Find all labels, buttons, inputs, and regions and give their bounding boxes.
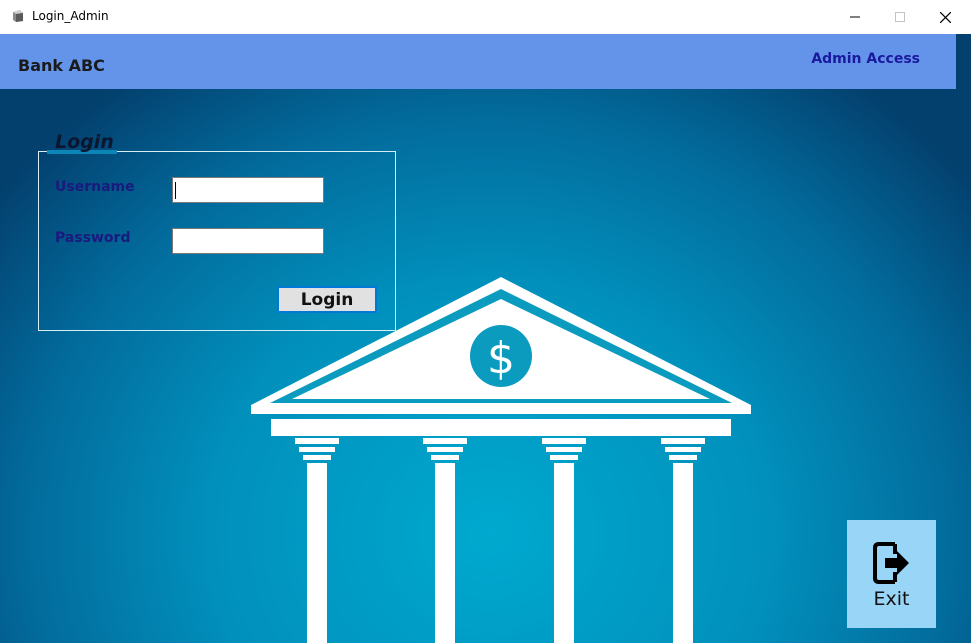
- app-icon: [13, 10, 23, 22]
- admin-access-label: Admin Access: [811, 51, 920, 67]
- exit-door-icon: [873, 542, 909, 584]
- maximize-icon: [895, 12, 905, 22]
- username-input[interactable]: [172, 177, 324, 203]
- text-caret: [175, 182, 176, 199]
- login-button[interactable]: Login: [277, 286, 377, 313]
- header-bar: Bank ABC Admin Access: [0, 34, 956, 89]
- maximize-button[interactable]: [877, 0, 923, 34]
- exit-button[interactable]: Exit: [847, 520, 936, 628]
- title-bar: Login_Admin: [0, 0, 971, 34]
- login-legend: Login: [55, 131, 114, 153]
- login-group-box: Login Username Password Login: [38, 131, 396, 331]
- exit-label: Exit: [873, 588, 910, 610]
- minimize-icon: [850, 16, 860, 18]
- bank-name: Bank ABC: [18, 56, 105, 75]
- minimize-button[interactable]: [832, 0, 878, 34]
- username-label: Username: [55, 179, 135, 195]
- password-label: Password: [55, 230, 131, 246]
- window-title: Login_Admin: [32, 9, 109, 23]
- dollar-symbol: $: [487, 333, 515, 384]
- client-area: Bank ABC Admin Access $ Login Username P…: [0, 34, 971, 643]
- close-icon: [939, 11, 951, 23]
- password-input[interactable]: [172, 228, 324, 254]
- close-button[interactable]: [922, 0, 968, 34]
